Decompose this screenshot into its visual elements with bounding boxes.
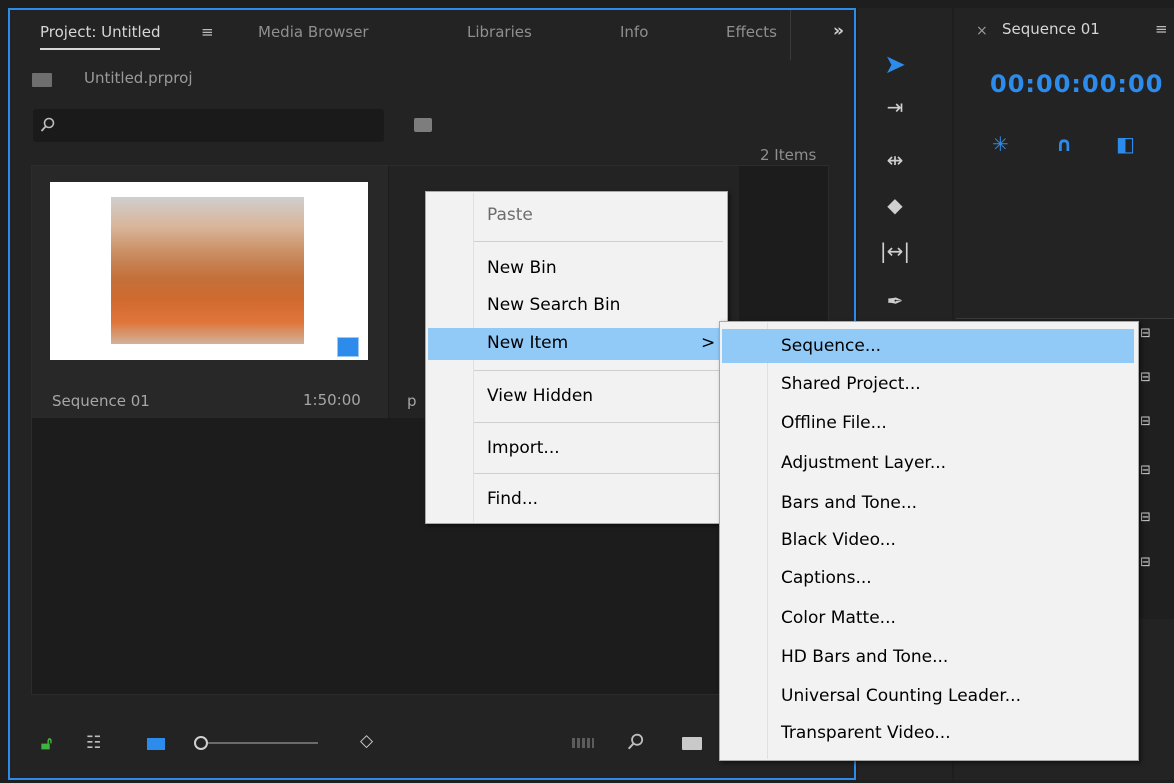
panel-menu-icon[interactable]: ≡ <box>1155 20 1168 38</box>
submenu-item-transparent-video[interactable]: Transparent Video... <box>781 723 951 743</box>
menu-item-view-hidden[interactable]: View Hidden <box>487 386 593 406</box>
menu-item-new-bin[interactable]: New Bin <box>487 258 557 278</box>
selection-tool-icon[interactable]: ➤ <box>878 48 912 82</box>
track-select-forward-tool-icon[interactable]: ⇥ <box>878 90 912 124</box>
submenu-item-offline-file[interactable]: Offline File... <box>781 413 887 433</box>
menu-highlight <box>428 328 723 360</box>
timecode-display[interactable]: 00:00:00:00 <box>990 70 1163 98</box>
menu-item-new-item[interactable]: New Item <box>487 333 568 353</box>
ripple-edit-tool-icon[interactable]: ⇹ <box>878 143 912 177</box>
list-view-icon[interactable]: ☷ <box>86 733 101 753</box>
submenu-item-shared-project[interactable]: Shared Project... <box>781 374 921 394</box>
menu-item-new-search-bin[interactable]: New Search Bin <box>487 295 620 315</box>
zoom-slider-track[interactable] <box>208 742 318 744</box>
sequence-badge-icon <box>337 337 359 357</box>
new-bin-icon[interactable] <box>682 737 702 750</box>
sort-icon[interactable]: ◇ <box>360 731 373 751</box>
new-search-bin-icon[interactable] <box>414 118 432 132</box>
submenu-item-universal-counting-leader[interactable]: Universal Counting Leader... <box>781 686 1021 706</box>
track-sync-icon[interactable]: ⊟ <box>1140 555 1160 570</box>
search-icon <box>40 117 55 132</box>
close-icon[interactable]: × <box>976 23 988 39</box>
track-sync-icon[interactable]: ⊟ <box>1140 510 1160 525</box>
nest-icon[interactable]: ✳ <box>992 132 1009 156</box>
submenu-item-black-video[interactable]: Black Video... <box>781 530 896 550</box>
linked-selection-icon[interactable]: ◧ <box>1116 132 1135 156</box>
snap-icon[interactable]: ∩ <box>1056 132 1072 156</box>
submenu-item-color-matte[interactable]: Color Matte... <box>781 608 896 628</box>
submenu-item-hd-bars-and-tone[interactable]: HD Bars and Tone... <box>781 647 948 667</box>
search-input[interactable] <box>33 109 384 142</box>
menu-item-paste[interactable]: Paste <box>487 205 533 225</box>
submenu-item-captions[interactable]: Captions... <box>781 568 872 588</box>
submenu-item-sequence[interactable]: Sequence... <box>781 336 881 356</box>
panel-tab-bar: Project: Untitled ≡ Media Browser Librar… <box>10 10 854 60</box>
pen-tool-icon[interactable]: ✒ <box>878 284 912 318</box>
track-sync-icon[interactable]: ⊟ <box>1140 370 1160 385</box>
item-name[interactable]: Sequence 01 <box>52 392 150 410</box>
tab-sequence[interactable]: Sequence 01 <box>1002 20 1100 38</box>
panel-menu-icon[interactable]: ≡ <box>201 23 214 41</box>
slip-tool-icon[interactable]: |↔| <box>878 234 912 268</box>
submenu-item-bars-and-tone[interactable]: Bars and Tone... <box>781 493 917 513</box>
timeline-toolbar: ✳ ∩ ◧ <box>990 132 1170 162</box>
item-name[interactable]: p <box>407 392 417 410</box>
tab-effects[interactable]: Effects <box>726 23 777 41</box>
new-item-submenu: Sequence... Shared Project... Offline Fi… <box>719 321 1139 761</box>
track-sync-icon[interactable]: ⊟ <box>1140 463 1160 478</box>
tab-info[interactable]: Info <box>620 23 648 41</box>
thumbnail-image <box>111 197 304 344</box>
track-sync-icon[interactable]: ⊟ <box>1140 326 1160 341</box>
lock-icon[interactable]: 🔓︎ <box>41 734 52 754</box>
zoom-slider-handle[interactable] <box>194 736 208 750</box>
tab-project[interactable]: Project: Untitled <box>40 23 161 50</box>
item-count: 2 Items <box>760 146 817 164</box>
track-sync-icon[interactable]: ⊟ <box>1140 414 1160 429</box>
submenu-item-adjustment-layer[interactable]: Adjustment Layer... <box>781 453 946 473</box>
submenu-arrow-icon: > <box>701 333 716 353</box>
menu-item-find[interactable]: Find... <box>487 489 538 509</box>
item-duration: 1:50:00 <box>303 391 361 409</box>
tab-divider <box>790 10 791 60</box>
menu-item-import[interactable]: Import... <box>487 438 560 458</box>
icon-view-icon[interactable] <box>147 738 165 750</box>
context-menu: Paste New Bin New Search Bin New Item > … <box>425 191 728 524</box>
project-file-name: Untitled.prproj <box>84 69 193 87</box>
double-chevron-right-icon[interactable]: » <box>833 21 844 41</box>
razor-tool-icon[interactable]: ◆ <box>878 188 912 222</box>
tab-media-browser[interactable]: Media Browser <box>258 23 369 41</box>
tab-libraries[interactable]: Libraries <box>467 23 532 41</box>
automate-to-sequence-icon[interactable] <box>572 738 594 748</box>
find-icon[interactable] <box>627 733 645 751</box>
project-folder-icon <box>32 73 52 87</box>
